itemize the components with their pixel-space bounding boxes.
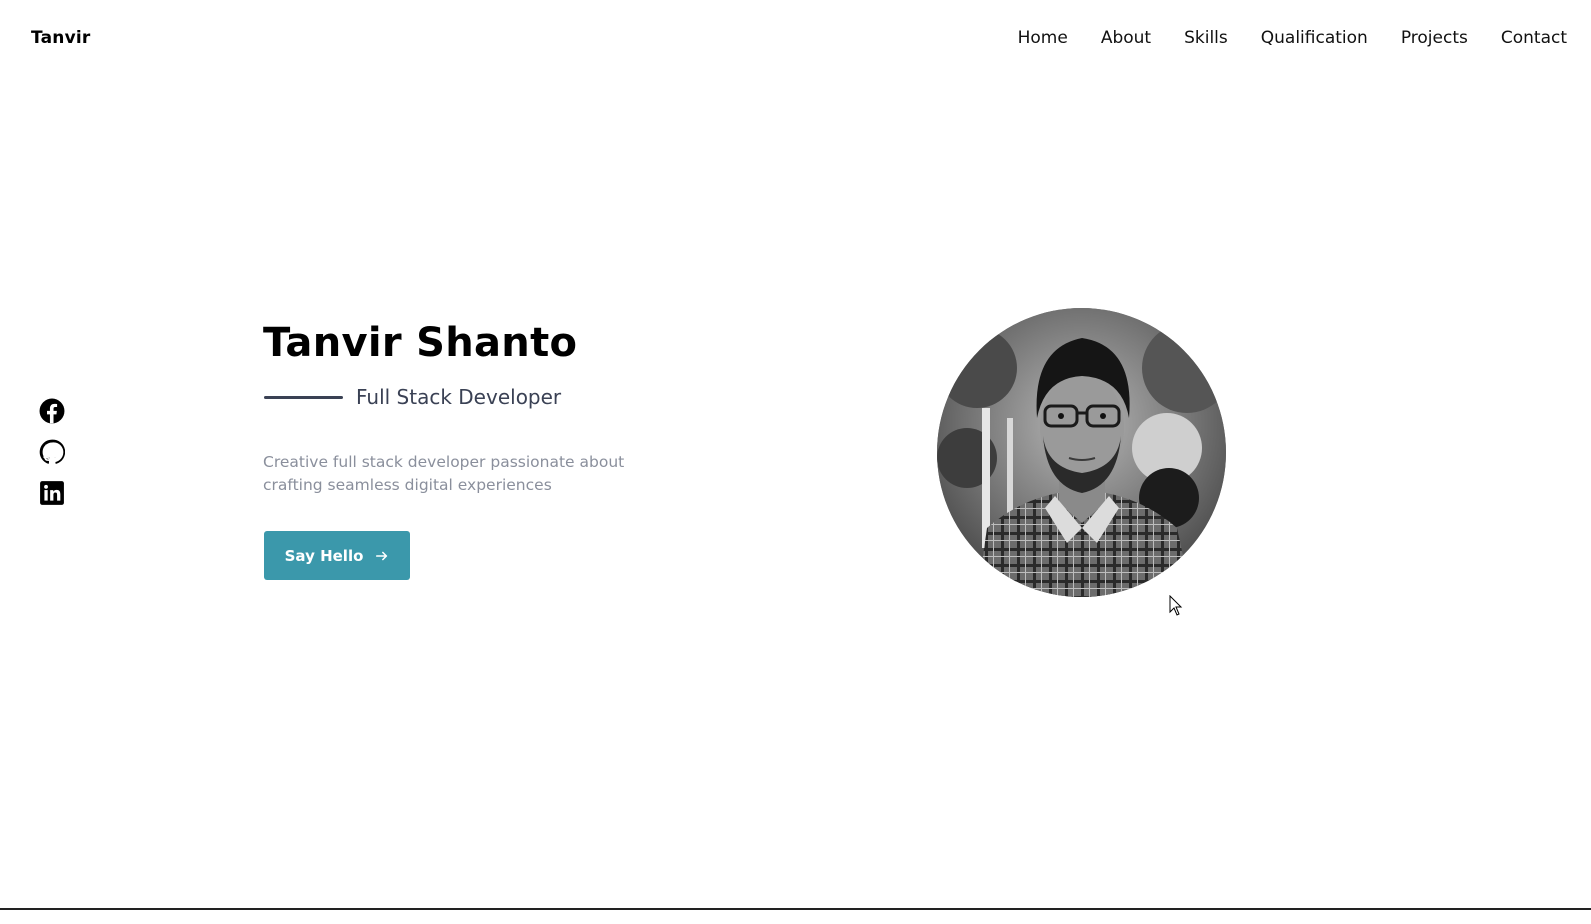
nav-link-skills[interactable]: Skills xyxy=(1184,28,1228,48)
mouse-cursor-icon xyxy=(1169,595,1183,616)
subtitle-row: Full Stack Developer xyxy=(264,385,561,409)
linkedin-icon[interactable] xyxy=(39,480,65,506)
nav-link-projects[interactable]: Projects xyxy=(1401,28,1468,48)
social-links xyxy=(39,398,65,521)
hero-description: Creative full stack developer passionate… xyxy=(263,453,625,494)
hero-subtitle: Full Stack Developer xyxy=(356,385,562,409)
site-header: Tanvir Home About Skills Qualification P… xyxy=(0,0,1591,80)
say-hello-button[interactable]: Say Hello xyxy=(264,531,410,580)
nav-link-home[interactable]: Home xyxy=(1018,28,1068,48)
nav-link-contact[interactable]: Contact xyxy=(1501,28,1567,48)
page: Tanvir Home About Skills Qualification P… xyxy=(0,0,1591,924)
facebook-icon[interactable] xyxy=(39,398,65,424)
bottom-divider xyxy=(0,908,1591,910)
github-icon[interactable] xyxy=(39,439,65,465)
profile-photo xyxy=(937,308,1226,597)
say-hello-label: Say Hello xyxy=(284,546,364,565)
site-logo[interactable]: Tanvir xyxy=(31,28,90,48)
nav-link-about[interactable]: About xyxy=(1101,28,1151,48)
hero-name: Tanvir Shanto xyxy=(263,320,578,366)
main-nav: Home About Skills Qualification Projects… xyxy=(985,28,1567,48)
subtitle-divider xyxy=(264,395,343,399)
arrow-right-icon xyxy=(376,551,388,560)
nav-link-qualification[interactable]: Qualification xyxy=(1261,28,1368,48)
